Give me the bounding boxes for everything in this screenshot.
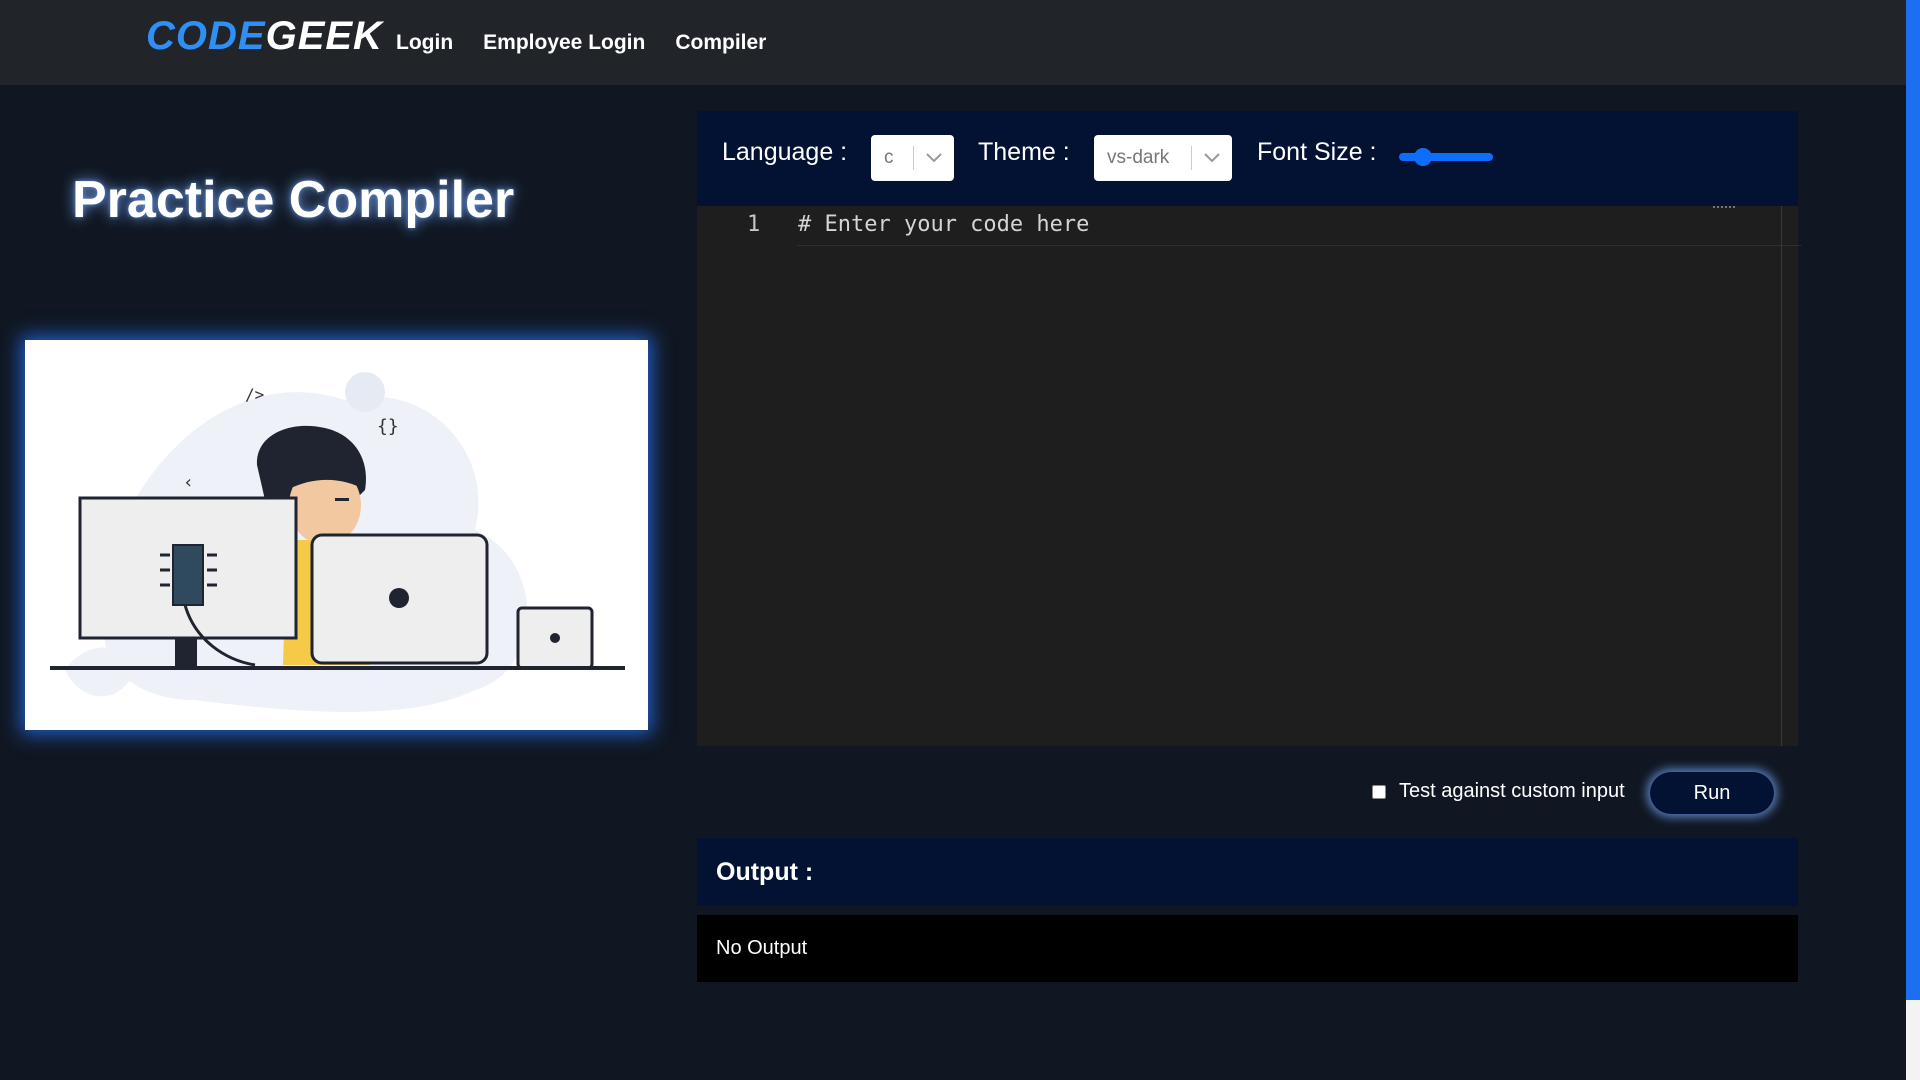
output-text: No Output [716, 937, 808, 959]
editor-toolbar: Language : c Theme : vs-dark Font Size : [697, 111, 1798, 206]
svg-text:‹: ‹ [183, 472, 194, 493]
run-button[interactable]: Run [1650, 772, 1774, 814]
custom-input-checkbox[interactable] [1372, 784, 1386, 799]
nav-link-employee-login[interactable]: Employee Login [483, 31, 645, 55]
svg-text:/>: /> [245, 385, 264, 404]
developer-illustration: /> {} ‹ [50, 372, 625, 712]
theme-select[interactable]: vs-dark [1094, 135, 1232, 181]
output-panel: No Output [697, 915, 1798, 982]
nav-link-compiler[interactable]: Compiler [675, 31, 766, 55]
language-select[interactable]: c [871, 135, 954, 181]
brand-logo[interactable]: CODE GEEK [146, 14, 383, 59]
window-edge-strip-bottom [1906, 1000, 1920, 1080]
slider-thumb[interactable] [1414, 148, 1432, 166]
brand-code-text: CODE [146, 14, 266, 58]
nav-links: Login Employee Login Compiler [396, 0, 766, 85]
navbar: CODE GEEK Login Employee Login Compiler [0, 0, 1906, 85]
output-header: Output : [697, 838, 1798, 906]
brand-geek-text: GEEK [265, 14, 383, 58]
font-size-label: Font Size : [1257, 138, 1377, 166]
custom-input-toggle: Test against custom input [1372, 780, 1625, 803]
window-edge-strip [1906, 0, 1920, 1000]
editor-scrollbar[interactable] [1781, 206, 1782, 746]
minimap-indicator [1713, 206, 1735, 209]
theme-select-value: vs-dark [1107, 147, 1170, 168]
code-editor[interactable]: 1 # Enter your code here [697, 206, 1801, 746]
svg-text:{}: {} [377, 416, 399, 437]
theme-label: Theme : [978, 138, 1070, 166]
language-label: Language : [722, 138, 848, 166]
code-line[interactable]: # Enter your code here [798, 212, 1089, 237]
output-title: Output : [716, 858, 814, 886]
page-title: Practice Compiler [72, 171, 515, 229]
chevron-down-icon[interactable] [1192, 135, 1232, 181]
chevron-down-icon[interactable] [914, 135, 954, 181]
custom-input-label[interactable]: Test against custom input [1399, 780, 1625, 803]
font-size-slider[interactable] [1399, 148, 1493, 166]
language-select-value: c [884, 147, 894, 168]
line-number: 1 [747, 212, 761, 237]
hero-illustration: /> {} ‹ [25, 340, 648, 730]
nav-link-login[interactable]: Login [396, 31, 453, 55]
